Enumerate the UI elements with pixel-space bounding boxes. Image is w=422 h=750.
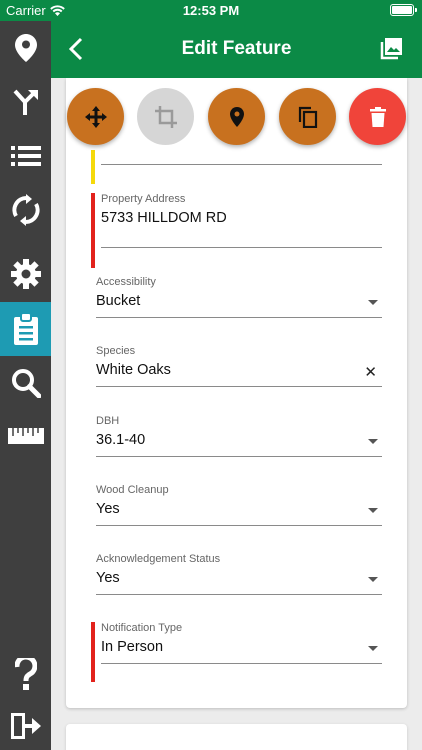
search-icon — [11, 369, 41, 398]
ruler-icon — [7, 428, 44, 444]
location-button[interactable] — [208, 88, 265, 145]
field-underline — [96, 525, 382, 526]
previous-field-underline — [101, 164, 382, 165]
crop-icon — [154, 105, 177, 128]
trash-icon — [369, 106, 386, 127]
sidebar-item-help[interactable] — [0, 647, 51, 701]
map-pin-icon — [14, 34, 37, 62]
notification-type-value[interactable]: In Person — [101, 639, 382, 655]
field-label: Acknowledgement Status — [96, 553, 221, 565]
delete-button[interactable] — [349, 88, 406, 145]
wood-cleanup-value[interactable]: Yes — [96, 501, 382, 517]
sidebar-item-measure[interactable] — [0, 409, 51, 463]
notification-type-select[interactable]: Notification Type In Person — [101, 622, 382, 664]
field-label: Species — [96, 345, 136, 357]
help-icon — [14, 658, 37, 690]
action-toolbar — [51, 88, 422, 148]
warning-indicator — [91, 150, 95, 184]
clock: 12:53 PM — [182, 3, 240, 18]
copy-button[interactable] — [279, 88, 336, 145]
sidebar-item-edit[interactable] — [0, 302, 51, 356]
sidebar-item-routes[interactable] — [0, 75, 51, 129]
map-pin-icon — [229, 106, 244, 127]
property-address-value[interactable]: 5733 HILLDOM RD — [101, 210, 382, 226]
field-underline — [101, 663, 382, 664]
accessibility-value[interactable]: Bucket — [96, 293, 382, 309]
field-label: Property Address — [101, 193, 186, 205]
route-merge-icon — [13, 89, 38, 115]
feature-form-card: Property Address 5733 HILLDOM RD Accessi… — [66, 78, 407, 708]
field-underline — [96, 317, 382, 318]
battery-icon — [390, 4, 417, 16]
property-address-field[interactable]: Property Address 5733 HILLDOM RD — [101, 193, 382, 248]
sidebar-item-map[interactable] — [0, 21, 51, 75]
logout-icon — [10, 713, 41, 739]
status-bar: Carrier 12:53 PM — [0, 0, 422, 21]
sidebar-item-sync[interactable] — [0, 183, 51, 237]
field-label: Notification Type — [101, 622, 183, 634]
chevron-down-icon[interactable] — [368, 646, 378, 651]
required-indicator — [91, 193, 95, 268]
sidebar-item-settings[interactable] — [0, 247, 51, 301]
crop-button[interactable] — [137, 88, 194, 145]
move-button[interactable] — [67, 88, 124, 145]
field-label: Wood Cleanup — [96, 484, 169, 496]
dbh-select[interactable]: DBH 36.1-40 — [96, 415, 382, 457]
accessibility-select[interactable]: Accessibility Bucket — [96, 276, 382, 318]
field-label: Accessibility — [96, 276, 156, 288]
acknowledgement-status-select[interactable]: Acknowledgement Status Yes — [96, 553, 382, 595]
wood-cleanup-select[interactable]: Wood Cleanup Yes — [96, 484, 382, 526]
page-title: Edit Feature — [181, 38, 292, 59]
field-underline — [96, 386, 382, 387]
field-underline — [96, 456, 382, 457]
gear-icon — [10, 259, 41, 289]
field-underline — [96, 594, 382, 595]
chevron-down-icon[interactable] — [368, 300, 378, 305]
clipboard-icon — [13, 313, 38, 345]
sidebar-item-search[interactable] — [0, 356, 51, 410]
clear-icon[interactable]: ✕ — [364, 363, 377, 381]
field-label: DBH — [96, 415, 120, 427]
chevron-down-icon[interactable] — [368, 508, 378, 513]
chevron-down-icon[interactable] — [368, 577, 378, 582]
species-field[interactable]: Species White Oaks ✕ — [96, 345, 382, 387]
required-indicator — [91, 622, 95, 682]
species-value[interactable]: White Oaks — [96, 362, 382, 378]
field-underline — [101, 247, 382, 248]
sidebar-item-list[interactable] — [0, 129, 51, 183]
sync-icon — [11, 194, 40, 226]
acknowledgement-status-value[interactable]: Yes — [96, 570, 382, 586]
copy-icon — [298, 106, 317, 128]
chevron-down-icon[interactable] — [368, 439, 378, 444]
sidebar — [0, 21, 51, 750]
sidebar-item-logout[interactable] — [0, 699, 51, 750]
gallery-icon[interactable] — [380, 38, 402, 60]
app-header: Edit Feature — [51, 21, 422, 78]
move-icon — [84, 105, 107, 128]
dbh-value[interactable]: 36.1-40 — [96, 432, 382, 448]
content-area: Property Address 5733 HILLDOM RD Accessi… — [51, 78, 422, 750]
list-icon — [10, 146, 41, 166]
next-section-card — [66, 724, 407, 750]
